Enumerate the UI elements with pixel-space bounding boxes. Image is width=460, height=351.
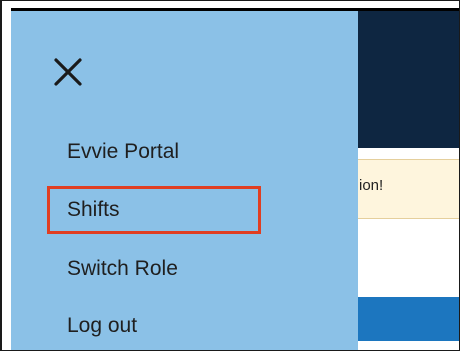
- menu-item-switch-role[interactable]: Switch Role: [67, 257, 178, 281]
- alert-text: ion!: [359, 177, 384, 194]
- menu-item-log-out[interactable]: Log out: [67, 314, 137, 338]
- primary-button[interactable]: [341, 297, 459, 341]
- close-button[interactable]: [53, 57, 83, 87]
- alert-banner: ion!: [341, 159, 459, 219]
- screen-left-edge: [1, 1, 11, 350]
- menu-item-evvie-portal[interactable]: Evvie Portal: [67, 140, 179, 164]
- close-icon: [54, 58, 82, 86]
- shifts-highlight-box: [47, 186, 261, 234]
- app-screen: ion! Evvie Portal Shifts Switch Role Log…: [0, 0, 460, 351]
